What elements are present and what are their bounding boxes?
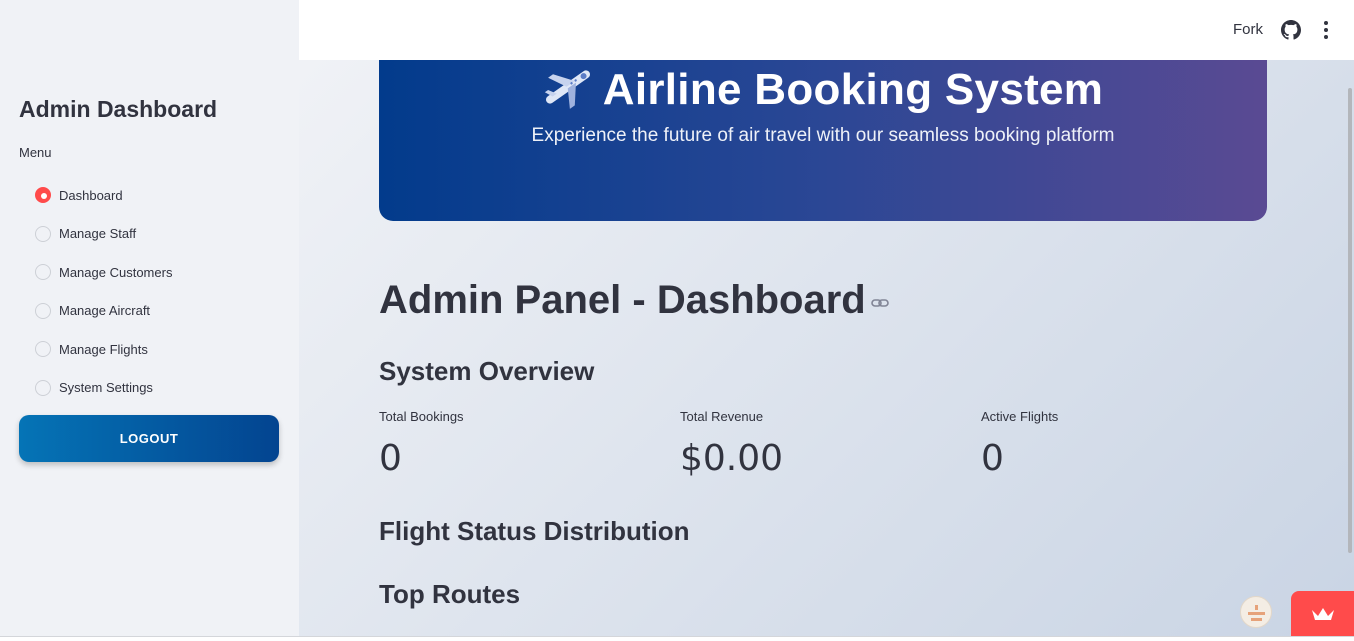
menu-radio-group: Dashboard Manage Staff Manage Customers …	[35, 176, 172, 407]
metric-value: 0	[379, 438, 402, 479]
metric-total-revenue: Total Revenue $0.00	[680, 409, 783, 479]
metric-active-flights: Active Flights 0	[981, 409, 1058, 479]
radio-button-manage-flights[interactable]	[35, 341, 51, 358]
logout-button[interactable]: LOGOUT	[19, 415, 279, 462]
hero-banner: Airline Booking System Experience the fu…	[379, 60, 1267, 221]
radio-item-system-settings[interactable]: System Settings	[35, 369, 172, 408]
hero-title: Airline Booking System	[602, 65, 1104, 114]
system-overview-heading: System Overview	[379, 356, 595, 386]
radio-button-manage-customers[interactable]	[35, 264, 51, 281]
radio-button-manage-staff[interactable]	[35, 225, 51, 242]
radio-label: Manage Aircraft	[59, 303, 151, 319]
radio-label: System Settings	[59, 380, 153, 396]
flight-status-heading: Flight Status Distribution	[379, 516, 690, 546]
metric-label: Total Bookings	[379, 409, 464, 424]
metric-value: $0.00	[680, 438, 784, 479]
radio-item-manage-customers[interactable]: Manage Customers	[35, 253, 172, 292]
main-content: Airline Booking System Experience the fu…	[299, 60, 1354, 636]
radio-button-system-settings[interactable]	[35, 379, 51, 396]
main-scrollbar[interactable]	[1348, 88, 1352, 553]
page-title: Admin Panel - Dashboard	[379, 278, 866, 322]
radio-item-manage-aircraft[interactable]: Manage Aircraft	[35, 292, 172, 331]
airplane-icon	[544, 70, 590, 109]
crown-icon	[1311, 607, 1334, 620]
menu-label: Menu	[19, 145, 52, 160]
radio-label: Manage Staff	[59, 226, 137, 242]
crown-badge[interactable]	[1291, 591, 1354, 636]
metric-value: 0	[981, 438, 1004, 479]
metric-label: Total Revenue	[680, 409, 764, 424]
radio-label: Dashboard	[59, 187, 123, 203]
assistant-avatar-icon[interactable]	[1240, 596, 1272, 628]
metric-total-bookings: Total Bookings 0	[379, 409, 464, 479]
bottom-border	[0, 636, 1354, 641]
radio-label: Manage Customers	[59, 264, 173, 280]
fork-link[interactable]: Fork	[1233, 21, 1263, 38]
kebab-menu-icon[interactable]	[1316, 20, 1336, 40]
sidebar-title: Admin Dashboard	[19, 96, 218, 122]
radio-item-dashboard[interactable]: Dashboard	[35, 176, 172, 215]
hero-subtitle: Experience the future of air travel with…	[531, 125, 1115, 146]
sidebar: Admin Dashboard Menu Dashboard Manage St…	[0, 0, 299, 636]
metric-label: Active Flights	[981, 409, 1059, 424]
radio-item-manage-staff[interactable]: Manage Staff	[35, 215, 172, 254]
anchor-link-icon[interactable]	[871, 296, 889, 310]
hero-title-row: Airline Booking System	[379, 64, 1267, 115]
top-header: Fork	[299, 0, 1354, 60]
radio-button-dashboard[interactable]	[35, 187, 51, 204]
top-routes-heading: Top Routes	[379, 579, 521, 609]
radio-button-manage-aircraft[interactable]	[35, 302, 51, 319]
radio-item-manage-flights[interactable]: Manage Flights	[35, 330, 172, 369]
radio-label: Manage Flights	[59, 341, 148, 357]
github-icon[interactable]	[1281, 20, 1301, 40]
